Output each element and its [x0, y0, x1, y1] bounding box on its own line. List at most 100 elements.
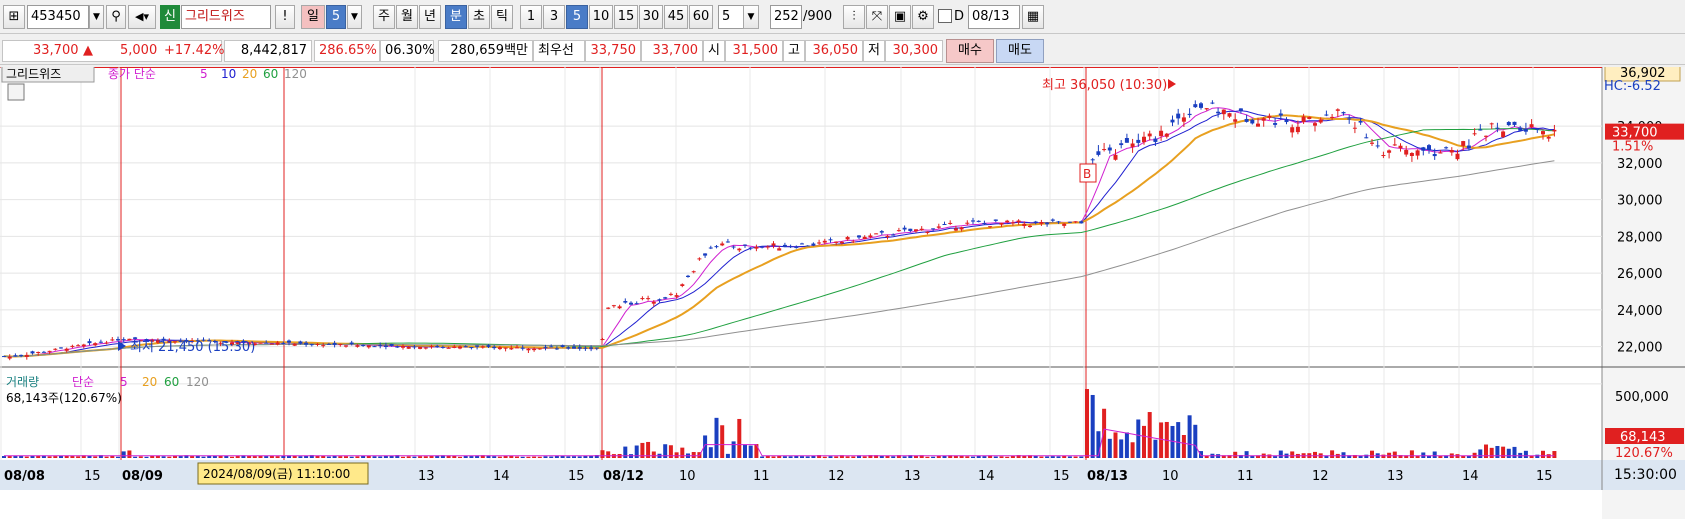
candle-body — [41, 351, 46, 353]
candle-body — [1250, 119, 1255, 124]
volume-bar — [520, 456, 525, 458]
candle-body — [549, 346, 554, 348]
volume-bar — [925, 456, 930, 458]
volume-bar — [1409, 450, 1414, 458]
minute-1[interactable]: 1 — [520, 5, 542, 29]
volume-bar — [24, 456, 29, 458]
candle-body — [748, 247, 753, 249]
volume-bar — [708, 447, 713, 458]
stock-code-input[interactable]: 453450 — [27, 5, 89, 29]
minute-5[interactable]: 5 — [566, 5, 588, 29]
grid-toggle-icon[interactable] — [7, 83, 25, 101]
candle-body — [264, 342, 269, 344]
period-tick[interactable]: 틱 — [491, 5, 513, 29]
date-input[interactable]: 08/13 — [968, 5, 1020, 29]
candle-body — [435, 346, 440, 348]
volume-bar — [1199, 451, 1203, 458]
candle-body — [406, 347, 411, 349]
x-tick-label: 13 — [418, 469, 435, 484]
candle-body — [805, 245, 810, 247]
candle-body — [1438, 152, 1443, 154]
calendar-icon[interactable]: ▦ — [1022, 5, 1044, 29]
candle-body — [1284, 119, 1289, 123]
save-icon[interactable]: ▣ — [889, 5, 911, 29]
candle-body — [777, 248, 782, 251]
candle-body — [338, 343, 343, 345]
volume-bar — [828, 456, 833, 458]
candle-body — [30, 351, 35, 354]
period-day[interactable]: 일 — [301, 5, 325, 29]
volume-bar — [891, 456, 896, 458]
volume-bar — [999, 456, 1004, 458]
volume-bar — [104, 456, 109, 458]
candle-body — [412, 346, 417, 348]
volume-bar — [1124, 432, 1129, 458]
chart-settings-icon[interactable]: ⊞ — [3, 5, 25, 29]
minute-30[interactable]: 30 — [639, 5, 663, 29]
candle-body — [817, 242, 822, 244]
period-day-count[interactable]: 5 — [326, 5, 346, 29]
period-month[interactable]: 월 — [396, 5, 418, 29]
candle-body — [1005, 220, 1010, 223]
volume-y-tick: 500,000 — [1615, 390, 1669, 405]
stock-name-field[interactable]: 그리드위즈 — [181, 5, 271, 29]
sell-button[interactable]: 매도 — [996, 39, 1044, 63]
minute-15[interactable]: 15 — [614, 5, 638, 29]
candle-body — [133, 337, 138, 339]
period-week[interactable]: 주 — [373, 5, 395, 29]
x-tick-label: 08/08 — [4, 469, 45, 484]
alert-icon[interactable]: ! — [275, 5, 295, 29]
volume-field: 8,442,817 — [224, 40, 312, 62]
volume-bar — [1142, 425, 1146, 458]
buy-button[interactable]: 매수 — [946, 39, 994, 63]
gear-icon[interactable]: ⚙ — [912, 5, 934, 29]
volume-bar — [1153, 439, 1158, 458]
open-value: 31,500 — [725, 40, 783, 62]
minute-45[interactable]: 45 — [664, 5, 688, 29]
candle-body — [953, 228, 958, 231]
candle-body — [891, 234, 896, 236]
candle-body — [1352, 127, 1357, 129]
current-volume-pct-tag: 120.67% — [1615, 446, 1673, 461]
speaker-icon[interactable]: ◀▾ — [128, 5, 156, 29]
price-volume-chart[interactable]: 34,00032,00030,00028,00026,00024,00022,0… — [0, 67, 1685, 519]
volume-bar — [355, 456, 360, 458]
candle-body — [1164, 133, 1169, 137]
volume-bar — [1370, 450, 1374, 458]
period-minute[interactable]: 분 — [445, 5, 467, 29]
x-tick-label: 13 — [904, 469, 921, 484]
candle-body — [1398, 145, 1403, 149]
candle-body — [1409, 152, 1414, 156]
candle-body — [332, 342, 337, 345]
candle-body — [1444, 147, 1449, 149]
candle-body — [1449, 150, 1454, 153]
volume-bar — [1552, 451, 1557, 458]
volume-bar — [731, 441, 736, 458]
candle-tool-icon[interactable]: ⫶ — [843, 5, 865, 29]
period-second[interactable]: 초 — [468, 5, 490, 29]
crosshair-tool-icon[interactable]: ⤧ — [866, 5, 888, 29]
volume-bar — [275, 456, 280, 458]
candle-body — [452, 346, 457, 348]
minute-60[interactable]: 60 — [689, 5, 713, 29]
custom-period-dropdown-icon[interactable]: ▼ — [743, 5, 759, 29]
volume-bar — [1176, 422, 1181, 458]
candle-body — [600, 339, 605, 341]
code-dropdown-icon[interactable]: ▼ — [89, 5, 104, 29]
period-year[interactable]: 년 — [419, 5, 441, 29]
count-input[interactable]: 252 — [770, 5, 802, 29]
search-icon[interactable]: ⚲ — [106, 5, 126, 29]
volume-bar — [264, 456, 269, 458]
candle-body — [110, 339, 115, 341]
minute-3[interactable]: 3 — [543, 5, 565, 29]
volume-bar — [2, 456, 6, 458]
candle-body — [1016, 220, 1021, 223]
candle-body — [1484, 135, 1488, 137]
period-dropdown-icon[interactable]: ▼ — [347, 5, 362, 29]
date-checkbox[interactable] — [938, 9, 952, 23]
minute-10[interactable]: 10 — [589, 5, 613, 29]
volume-bar — [737, 418, 742, 458]
volume-bar — [76, 456, 81, 458]
volume-bar — [1341, 452, 1346, 458]
volume-bar — [720, 425, 725, 458]
